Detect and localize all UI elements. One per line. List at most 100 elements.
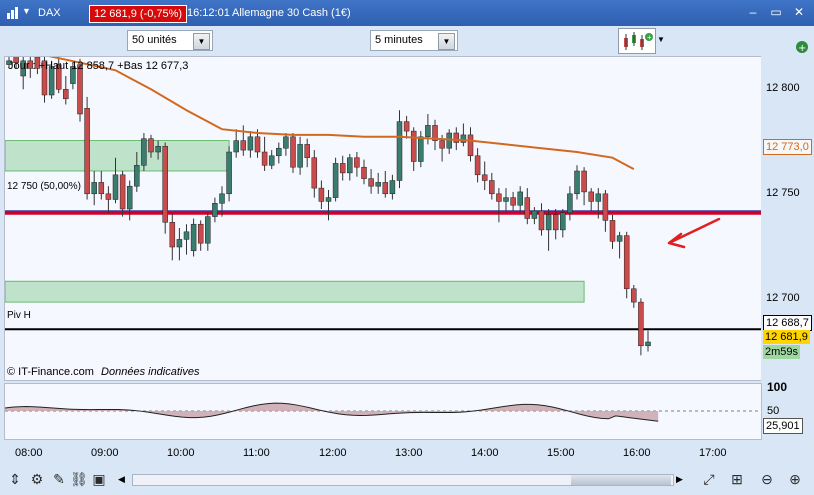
candle <box>311 157 318 189</box>
candle <box>489 180 495 195</box>
candle <box>268 155 275 166</box>
candle-countdown: 2m59s <box>763 345 801 359</box>
candle <box>602 193 609 221</box>
indicator-panel[interactable] <box>4 383 762 440</box>
candle <box>631 288 637 303</box>
candle <box>105 193 112 200</box>
candle <box>261 151 268 166</box>
annotation-arrow <box>667 217 721 249</box>
zoom-in-icon[interactable]: ⊕ <box>786 470 804 488</box>
time-axis[interactable]: 08:00 09:00 10:00 11:00 12:00 13:00 14:00 15:00… <box>0 440 814 462</box>
chevron-down-icon[interactable]: ▼ <box>193 33 210 50</box>
moving-average-tag: 12 773,0 <box>763 139 812 155</box>
candle <box>347 157 353 174</box>
settings-icon[interactable]: + <box>795 40 809 54</box>
candle <box>233 140 239 153</box>
indicator-tick-100: 100 <box>767 380 788 394</box>
time-tick: 09:00 <box>91 447 119 459</box>
candle <box>446 132 452 149</box>
source-label: © IT-Finance.com Données indicatives <box>7 366 199 378</box>
candle <box>219 193 225 204</box>
candle <box>439 140 445 149</box>
chart-tools-button[interactable]: + <box>618 28 656 54</box>
indicator-chart[interactable] <box>5 384 761 439</box>
candle <box>403 121 410 132</box>
candle <box>290 136 296 168</box>
candle <box>503 197 509 202</box>
candle <box>276 147 282 157</box>
settings-icon[interactable]: ⚙ <box>28 470 46 488</box>
candle <box>545 214 552 231</box>
app-icon <box>6 6 20 20</box>
fit-icon[interactable]: ⤢ <box>700 470 718 488</box>
candle <box>112 174 119 200</box>
candle <box>375 182 381 187</box>
minimize-button[interactable]: – <box>746 5 760 19</box>
candle <box>567 193 573 214</box>
indicator-line <box>5 402 659 422</box>
horizontal-scrollbar[interactable] <box>132 474 674 486</box>
price-chart[interactable] <box>5 57 761 380</box>
candle <box>318 187 325 202</box>
candle <box>453 132 460 143</box>
candle <box>226 151 232 195</box>
time-tick: 10:00 <box>167 447 195 459</box>
support-zone <box>5 140 230 172</box>
candle <box>169 222 176 248</box>
candle <box>588 191 594 202</box>
scroll-right-button[interactable]: ▶ <box>676 472 688 486</box>
price-tick: 12 700 <box>766 292 800 304</box>
chart-tools-dropdown[interactable]: ▼ <box>655 33 667 47</box>
price-chart-panel[interactable]: Jour : +Haut 12 858,7 +Bas 12 677,3 12 7… <box>4 56 762 381</box>
candle <box>538 210 545 231</box>
title-bar: ▼ DAX 12 681,9 (-0,75%) 16:12:01 Allemag… <box>0 0 814 26</box>
candle <box>560 212 566 231</box>
candle <box>141 138 147 166</box>
day-range-info: Jour : +Haut 12 858,7 +Bas 12 677,3 <box>8 60 189 72</box>
candle <box>425 125 431 138</box>
zoom-out-icon[interactable]: ⊖ <box>758 470 776 488</box>
link-icon[interactable]: ⛓ <box>70 470 88 488</box>
scroll-left-button[interactable]: ◀ <box>118 472 130 486</box>
candle <box>616 235 623 242</box>
cursor-icon[interactable]: ⇕ <box>6 470 24 488</box>
last-price-tag: 12 681,9 <box>763 330 810 344</box>
time-tick: 13:00 <box>395 447 423 459</box>
candle <box>623 235 630 290</box>
restore-button[interactable]: ▭ <box>769 5 783 19</box>
scrollbar-thumb[interactable] <box>571 475 671 485</box>
svg-text:+: + <box>647 33 652 42</box>
candle <box>496 193 502 202</box>
pivot-label: Piv H <box>7 310 31 321</box>
candle <box>119 174 126 210</box>
time-tick: 08:00 <box>15 447 43 459</box>
candle <box>148 138 154 153</box>
interval-select[interactable]: 5 minutes ▼ <box>370 30 458 51</box>
time-tick: 17:00 <box>699 447 727 459</box>
screen-icon[interactable]: ▣ <box>90 470 108 488</box>
candle <box>297 144 303 168</box>
time-tick: 11:00 <box>243 447 270 459</box>
candle <box>176 239 183 248</box>
units-select[interactable]: 50 unités ▼ <box>127 30 213 51</box>
chevron-down-icon[interactable]: ▼ <box>438 33 455 50</box>
time-tick: 15:00 <box>547 447 575 459</box>
candle <box>183 231 190 240</box>
candle <box>574 170 580 195</box>
print-icon[interactable]: ⊞ <box>728 470 746 488</box>
candle <box>304 144 310 158</box>
candle <box>581 170 587 193</box>
candle <box>460 134 467 143</box>
pivot-price-tag: 12 688,7 <box>763 315 812 331</box>
candles-tool-icon: + <box>624 32 653 50</box>
candle <box>510 197 516 206</box>
time-tick: 16:00 <box>623 447 651 459</box>
candle <box>332 163 339 198</box>
candle <box>389 180 396 195</box>
candle <box>91 182 97 195</box>
candle <box>325 197 332 202</box>
candle <box>98 182 105 195</box>
tools-icon[interactable]: ✎ <box>50 470 68 488</box>
chevron-down-icon[interactable]: ▼ <box>22 6 31 16</box>
close-button[interactable]: ✕ <box>792 5 806 19</box>
